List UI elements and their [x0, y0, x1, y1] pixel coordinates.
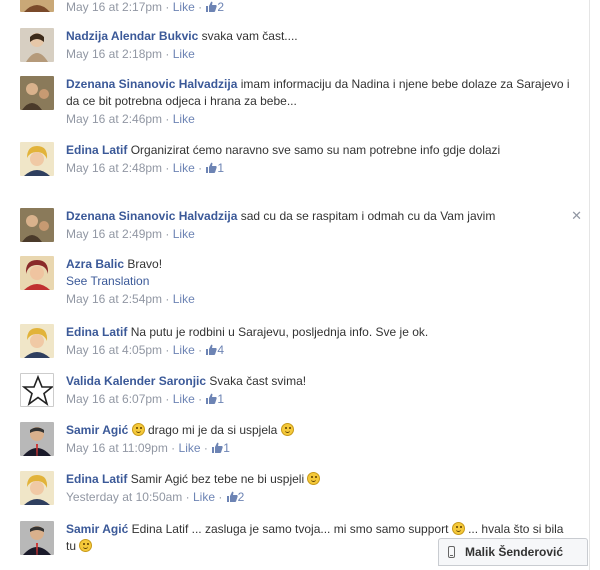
see-translation-link[interactable]: See Translation — [66, 273, 576, 290]
commenter-name[interactable]: Samir Agić — [66, 522, 128, 536]
comment-meta: May 16 at 2:18pm · Like — [66, 47, 195, 61]
close-icon[interactable]: ✕ — [571, 208, 582, 224]
thumbs-up-icon — [206, 393, 218, 404]
chat-tab[interactable]: Malik Šenderović — [438, 538, 588, 566]
avatar[interactable] — [20, 471, 54, 505]
like-button[interactable]: Like — [173, 292, 195, 306]
like-count[interactable]: 1 — [217, 161, 224, 175]
avatar[interactable] — [20, 142, 54, 176]
comment-meta: May 16 at 6:07pm · Like · 1 — [66, 392, 225, 406]
commenter-name[interactable]: Edina Latif — [66, 325, 127, 339]
commenter-name[interactable]: Samir Agić — [66, 423, 128, 437]
like-count[interactable]: 2 — [217, 0, 224, 14]
timestamp[interactable]: May 16 at 4:05pm — [66, 343, 162, 357]
thumbs-up-icon — [206, 344, 218, 355]
avatar[interactable] — [20, 28, 54, 62]
comment: May 16 at 2:17pm · Like · 2 — [20, 0, 580, 16]
timestamp[interactable]: Yesterday at 10:50am — [66, 490, 182, 504]
comment-meta: May 16 at 2:48pm · Like · 1 — [66, 161, 225, 175]
timestamp[interactable]: May 16 at 2:46pm — [66, 112, 162, 126]
timestamp[interactable]: May 16 at 2:54pm — [66, 292, 162, 306]
comment-text: Organizirat ćemo naravno sve samo su nam… — [130, 143, 501, 157]
avatar[interactable] — [20, 324, 54, 358]
commenter-name[interactable]: Edina Latif — [66, 143, 127, 157]
comment-text: Bravo! — [127, 257, 163, 271]
avatar[interactable] — [20, 521, 54, 555]
timestamp[interactable]: May 16 at 2:17pm — [66, 0, 162, 14]
comment-meta: May 16 at 11:09pm · Like · 1 — [66, 441, 230, 455]
comment-text: drago mi je da si uspjela — [147, 423, 278, 437]
like-button[interactable]: Like — [179, 441, 201, 455]
like-button[interactable]: Like — [173, 392, 195, 406]
comment-text: svaka vam čast.... — [201, 29, 298, 43]
comment-meta: Yesterday at 10:50am · Like · 2 — [66, 490, 245, 504]
timestamp[interactable]: May 16 at 11:09pm — [66, 441, 168, 455]
like-count[interactable]: 1 — [223, 441, 230, 455]
timestamp[interactable]: May 16 at 2:48pm — [66, 161, 162, 175]
comment-meta: May 16 at 2:17pm · Like · 2 — [66, 0, 225, 14]
smiley-icon — [131, 423, 145, 436]
thumbs-up-icon — [226, 491, 238, 502]
like-button[interactable]: Like — [173, 161, 195, 175]
timestamp[interactable]: May 16 at 2:49pm — [66, 227, 162, 241]
thumbs-up-icon — [206, 1, 218, 12]
like-button[interactable]: Like — [193, 490, 215, 504]
like-button[interactable]: Like — [173, 343, 195, 357]
avatar[interactable] — [20, 76, 54, 110]
right-divider — [589, 0, 590, 570]
comment-text: Na putu je rodbini u Sarajevu, posljednj… — [130, 325, 429, 339]
commenter-name[interactable]: Valida Kalender Saronjic — [66, 374, 206, 388]
star-icon — [21, 374, 53, 406]
smiley-icon — [280, 423, 294, 436]
like-count[interactable]: 1 — [217, 392, 224, 406]
comment-meta: May 16 at 4:05pm · Like · 4 — [66, 343, 225, 357]
comment-meta: May 16 at 2:49pm · Like — [66, 227, 195, 241]
like-count[interactable]: 2 — [238, 490, 245, 504]
thumbs-up-icon — [212, 442, 223, 453]
like-count[interactable]: 4 — [217, 343, 224, 357]
like-button[interactable]: Like — [173, 112, 195, 126]
avatar[interactable] — [20, 373, 54, 407]
like-button[interactable]: Like — [173, 227, 195, 241]
commenter-name[interactable]: Nadzija Alendar Bukvic — [66, 29, 198, 43]
thumbs-up-icon — [206, 162, 218, 173]
like-button[interactable]: Like — [173, 0, 195, 14]
avatar[interactable] — [20, 0, 54, 12]
comment-text: sad cu da se raspitam i odmah cu da Vam … — [240, 209, 496, 223]
comment-text: Edina Latif ... zasluga je samo tvoja...… — [131, 522, 449, 536]
comment-meta: May 16 at 2:54pm · Like — [66, 292, 195, 306]
mobile-phone-icon — [448, 546, 455, 558]
comment-text: Samir Agić bez tebe ne bi uspjeli — [130, 472, 305, 486]
timestamp[interactable]: May 16 at 2:18pm — [66, 47, 162, 61]
smiley-icon — [79, 539, 93, 552]
commenter-name[interactable]: Edina Latif — [66, 472, 127, 486]
avatar[interactable] — [20, 208, 54, 242]
avatar[interactable] — [20, 422, 54, 456]
timestamp[interactable]: May 16 at 6:07pm — [66, 392, 162, 406]
chat-contact-name: Malik Šenderović — [465, 545, 564, 559]
avatar[interactable] — [20, 256, 54, 290]
smiley-icon — [451, 522, 465, 535]
commenter-name[interactable]: Azra Balic — [66, 257, 124, 271]
comment-meta: May 16 at 2:46pm · Like — [66, 112, 195, 126]
comment-text: Svaka čast svima! — [209, 374, 307, 388]
commenter-name[interactable]: Dzenana Sinanovic Halvadzija — [66, 209, 237, 223]
commenter-name[interactable]: Dzenana Sinanovic Halvadzija — [66, 77, 237, 91]
smiley-icon — [307, 472, 321, 485]
like-button[interactable]: Like — [173, 47, 195, 61]
